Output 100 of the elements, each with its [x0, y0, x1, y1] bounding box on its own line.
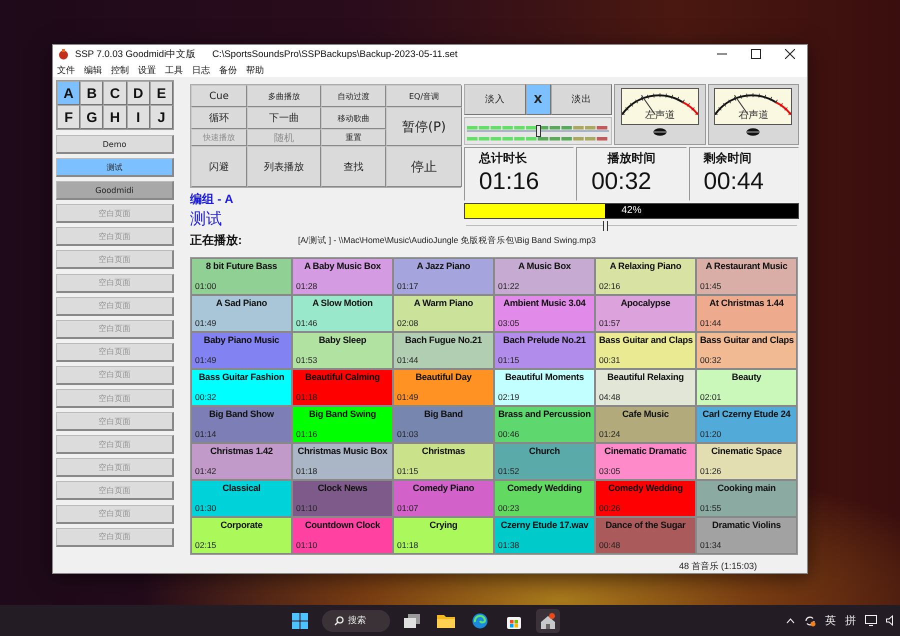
track-tile[interactable]: Cinematic Space 01:26 [696, 443, 797, 480]
track-tile[interactable]: Big Band 01:03 [393, 406, 494, 443]
track-tile[interactable]: A Baby Music Box 01:28 [292, 258, 393, 295]
menu-item[interactable]: 日志 [192, 64, 210, 77]
page-button[interactable]: Goodmidi [56, 181, 174, 200]
control-button[interactable]: EQ/音调 [386, 85, 462, 107]
track-tile[interactable]: Classical 01:30 [191, 480, 292, 517]
group-tab[interactable]: B [80, 81, 104, 105]
group-tab[interactable]: I [126, 105, 150, 129]
control-button[interactable]: 暂停(P) [386, 107, 462, 146]
control-button[interactable]: 多曲播放 [247, 85, 321, 107]
menu-item[interactable]: 控制 [111, 64, 129, 77]
track-tile[interactable]: Dramatic Violins 01:34 [696, 517, 797, 554]
track-tile[interactable]: Baby Piano Music 01:49 [191, 332, 292, 369]
track-tile[interactable]: Bass Guitar and Claps 00:32 [696, 332, 797, 369]
track-tile[interactable]: A Jazz Piano 01:17 [393, 258, 494, 295]
track-tile[interactable]: Christmas 01:15 [393, 443, 494, 480]
group-tab[interactable]: A [57, 81, 80, 105]
track-tile[interactable]: A Slow Motion 01:46 [292, 295, 393, 332]
menu-item[interactable]: 设置 [138, 64, 156, 77]
group-tab[interactable]: J [150, 105, 173, 129]
track-tile[interactable]: Christmas Music Box 01:18 [292, 443, 393, 480]
track-tile[interactable]: Crying 01:18 [393, 517, 494, 554]
menu-item[interactable]: 编辑 [84, 64, 102, 77]
control-button[interactable]: 移动歌曲 [321, 107, 386, 129]
group-tab[interactable]: G [80, 105, 104, 129]
track-tile[interactable]: Countdown Clock 01:10 [292, 517, 393, 554]
track-tile[interactable]: Christmas 1.42 01:42 [191, 443, 292, 480]
seek-thumb[interactable] [603, 221, 608, 231]
input-mode-indicator[interactable]: 拼 [845, 613, 856, 628]
track-tile[interactable]: Ambient Music 3.04 03:05 [494, 295, 595, 332]
fade-button[interactable]: 淡出 [550, 84, 612, 115]
input-mode-indicator[interactable]: 英 [825, 613, 836, 628]
track-title: Beautiful Moments [504, 372, 585, 382]
search-button[interactable]: 搜索 [322, 610, 390, 632]
track-tile[interactable]: Beauty 02:01 [696, 369, 797, 406]
group-tab[interactable]: C [103, 81, 127, 105]
track-tile[interactable]: Cooking main 01:55 [696, 480, 797, 517]
crossfade-slider[interactable] [467, 125, 609, 137]
track-tile[interactable]: A Sad Piano 01:49 [191, 295, 292, 332]
track-tile[interactable]: Comedy Wedding 00:23 [494, 480, 595, 517]
track-tile[interactable]: A Restaurant Music 01:45 [696, 258, 797, 295]
track-tile[interactable]: Carl Czerny Etude 24 01:20 [696, 406, 797, 443]
control-button[interactable]: 重置 [321, 129, 386, 146]
monitor-icon[interactable] [865, 615, 877, 626]
track-tile[interactable]: Beautiful Relaxing 04:48 [595, 369, 696, 406]
track-tile[interactable]: Big Band Show 01:14 [191, 406, 292, 443]
fade-button[interactable]: 淡入 [464, 84, 526, 115]
control-button[interactable]: 自动过渡 [321, 85, 386, 107]
track-tile[interactable]: 8 bit Future Bass 01:00 [191, 258, 292, 295]
menu-item[interactable]: 工具 [165, 64, 183, 77]
track-tile[interactable]: Cafe Music 01:24 [595, 406, 696, 443]
speaker-icon[interactable] [886, 615, 896, 626]
control-button[interactable]: 查找 [321, 146, 386, 187]
track-tile[interactable]: At Christmas 1.44 01:44 [696, 295, 797, 332]
menu-item[interactable]: 文件 [57, 64, 75, 77]
track-title: A Music Box [517, 261, 572, 271]
group-tab[interactable]: D [126, 81, 150, 105]
group-tab[interactable]: E [150, 81, 173, 105]
track-tile[interactable]: Bass Guitar and Claps 00:31 [595, 332, 696, 369]
control-button[interactable]: 循环 [191, 107, 247, 129]
track-tile[interactable]: Dance of the Sugar 00:48 [595, 517, 696, 554]
track-tile[interactable]: Beautiful Moments 02:19 [494, 369, 595, 406]
track-tile[interactable]: Corporate 02:15 [191, 517, 292, 554]
control-button[interactable]: 列表播放 [247, 146, 321, 187]
track-tile[interactable]: Baby Sleep 01:53 [292, 332, 393, 369]
track-tile[interactable]: Apocalypse 01:57 [595, 295, 696, 332]
sync-icon[interactable] [804, 614, 816, 626]
track-tile[interactable]: Czerny Etude 17.wav 01:38 [494, 517, 595, 554]
fade-button[interactable]: X [526, 84, 550, 115]
track-tile[interactable]: Beautiful Day 01:49 [393, 369, 494, 406]
track-tile[interactable]: Bach Prelude No.21 01:15 [494, 332, 595, 369]
track-tile[interactable]: A Music Box 01:22 [494, 258, 595, 295]
track-tile[interactable]: Beautiful Calming 01:18 [292, 369, 393, 406]
control-button[interactable]: 闪避 [191, 146, 247, 187]
control-button[interactable]: Cue [191, 85, 247, 107]
track-tile[interactable]: Brass and Percussion 00:46 [494, 406, 595, 443]
track-tile[interactable]: A Relaxing Piano 02:16 [595, 258, 696, 295]
track-tile[interactable]: Comedy Wedding 00:26 [595, 480, 696, 517]
track-tile[interactable]: Bach Fugue No.21 01:44 [393, 332, 494, 369]
page-button[interactable]: 测试 [56, 158, 174, 178]
track-tile[interactable]: A Warm Piano 02:08 [393, 295, 494, 332]
track-title: At Christmas 1.44 [708, 298, 785, 308]
taskbar-app[interactable] [536, 608, 560, 632]
caret-icon[interactable] [786, 618, 795, 624]
track-tile[interactable]: Cinematic Dramatic 03:05 [595, 443, 696, 480]
page-button[interactable]: Demo [56, 135, 174, 154]
control-button[interactable]: 停止 [386, 146, 462, 187]
control-button[interactable]: 下一曲 [247, 107, 321, 129]
group-tab[interactable]: F [57, 105, 80, 129]
menu-item[interactable]: 帮助 [246, 64, 264, 77]
menu-item[interactable]: 备份 [219, 64, 237, 77]
track-tile[interactable]: Big Band Swing 01:16 [292, 406, 393, 443]
track-tile[interactable]: Church 01:52 [494, 443, 595, 480]
track-time: 01:15 [498, 355, 520, 365]
group-tab[interactable]: H [103, 105, 127, 129]
track-tile[interactable]: Bass Guitar Fashion 00:32 [191, 369, 292, 406]
track-title: Big Band [423, 409, 464, 419]
track-tile[interactable]: Comedy Piano 01:07 [393, 480, 494, 517]
slider-thumb[interactable] [536, 125, 541, 137]
